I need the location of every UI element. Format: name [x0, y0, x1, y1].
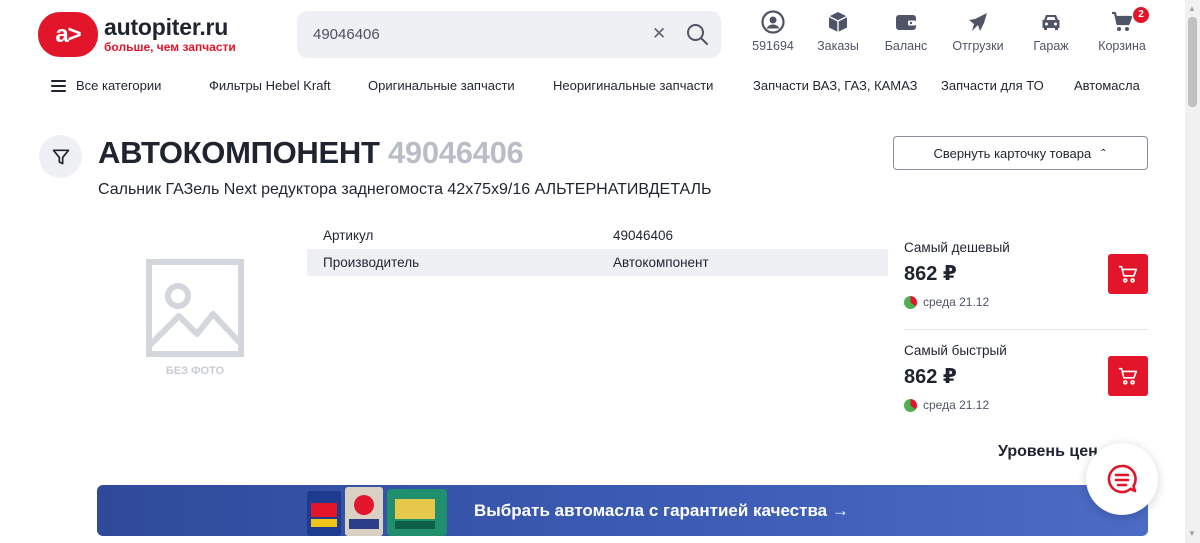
collapse-card-label: Свернуть карточку товара	[933, 145, 1092, 161]
brand[interactable]: autopiter.ru больше, чем запчасти	[104, 14, 236, 54]
spec-value: Автокомпонент	[613, 255, 709, 270]
nav-item[interactable]: Фильтры Hebel Kraft	[209, 78, 331, 93]
page-scrollbar[interactable]: ▲ ▼	[1185, 0, 1200, 543]
no-photo-label: БЕЗ ФОТО	[165, 365, 225, 377]
spec-row: Артикул 49046406	[307, 222, 888, 249]
offer-delivery-date: среда 21.12	[923, 295, 990, 309]
offer-divider	[904, 329, 1148, 330]
scrollbar-thumb[interactable]	[1188, 17, 1197, 107]
cart-count-badge: 2	[1133, 7, 1149, 23]
box-icon	[828, 12, 848, 32]
clear-icon[interactable]: ✕	[652, 24, 666, 44]
search-bar: ✕	[297, 11, 721, 58]
cart-icon	[1112, 11, 1133, 31]
banner-text: Выбрать автомасла с гарантией качества →	[474, 501, 849, 520]
chevron-up-icon: ⌃	[1099, 147, 1108, 159]
nav-item[interactable]: Неоригинальные запчасти	[553, 78, 713, 93]
logo-mark: a>	[55, 20, 81, 48]
header-cart[interactable]: 2 Корзина	[1093, 7, 1151, 60]
offer-title: Самый дешевый	[904, 240, 1010, 255]
header-balance[interactable]: Баланс	[882, 10, 930, 60]
header-account[interactable]: 591694	[752, 10, 794, 60]
header-garage[interactable]: Гараж	[1030, 10, 1072, 60]
brand-tagline: больше, чем запчасти	[104, 40, 236, 54]
price-level-heading: Уровень цен	[998, 443, 1098, 460]
scroll-up-icon[interactable]: ▲	[1188, 4, 1196, 13]
product-article: 49046406	[387, 135, 524, 170]
logo[interactable]: a>	[38, 12, 98, 57]
filter-button[interactable]	[39, 135, 82, 178]
product-brand: АВТОКОМПОНЕНТ	[98, 135, 380, 170]
collapse-card-button[interactable]: Свернуть карточку товара ⌃	[893, 136, 1148, 170]
header-orders-label: Заказы	[817, 39, 859, 53]
delivery-status-icon	[904, 295, 917, 309]
header-account-label: 591694	[752, 39, 794, 53]
spec-key: Артикул	[323, 228, 374, 243]
header-cart-label: Корзина	[1098, 39, 1146, 53]
chat-icon	[1107, 464, 1137, 494]
offer-delivery: среда 21.12	[904, 398, 1150, 412]
nav-item[interactable]: Запчасти для ТО	[941, 78, 1044, 93]
header-garage-label: Гараж	[1033, 39, 1069, 53]
scroll-down-icon[interactable]: ▼	[1188, 529, 1196, 538]
user-icon	[761, 10, 785, 34]
car-icon	[1042, 15, 1060, 30]
spec-key: Производитель	[323, 255, 420, 270]
nav-all-categories[interactable]: Все категории	[76, 78, 161, 93]
filter-icon	[52, 149, 69, 164]
header-shipments[interactable]: Отгрузки	[948, 10, 1008, 60]
spec-value: 49046406	[613, 228, 674, 243]
category-nav: Все категории Фильтры Hebel Kraft Оригин…	[0, 74, 1185, 98]
spec-row: Производитель Автокомпонент	[307, 249, 888, 276]
cart-icon	[1118, 367, 1138, 385]
oil-bottles-image	[307, 487, 447, 536]
offer-delivery-date: среда 21.12	[923, 398, 990, 412]
menu-icon[interactable]	[51, 80, 66, 92]
header-shipments-label: Отгрузки	[952, 39, 1004, 53]
add-to-cart-button[interactable]	[1108, 254, 1148, 294]
no-photo-icon	[146, 259, 244, 357]
shipment-icon	[969, 13, 987, 31]
search-icon[interactable]	[685, 22, 709, 46]
offer-delivery: среда 21.12	[904, 295, 1150, 309]
brand-name: autopiter.ru	[104, 14, 229, 40]
product-name: Сальник ГАЗель Next редуктора заднегомос…	[98, 181, 712, 198]
oil-promo-banner[interactable]: Выбрать автомасла с гарантией качества →	[97, 485, 1148, 536]
cart-icon	[1118, 265, 1138, 283]
nav-item[interactable]: Запчасти ВАЗ, ГАЗ, КАМАЗ	[753, 78, 918, 93]
nav-item[interactable]: Оригинальные запчасти	[368, 78, 515, 93]
add-to-cart-button[interactable]	[1108, 356, 1148, 396]
search-input[interactable]	[313, 11, 633, 58]
page-title: АВТОКОМПОНЕНТ 49046406	[98, 135, 524, 171]
nav-item[interactable]: Автомасла	[1074, 78, 1140, 93]
header-balance-label: Баланс	[884, 39, 928, 53]
chat-button[interactable]	[1086, 443, 1158, 515]
delivery-status-icon	[904, 398, 917, 412]
wallet-icon	[896, 15, 916, 30]
header-orders[interactable]: Заказы	[814, 10, 862, 60]
